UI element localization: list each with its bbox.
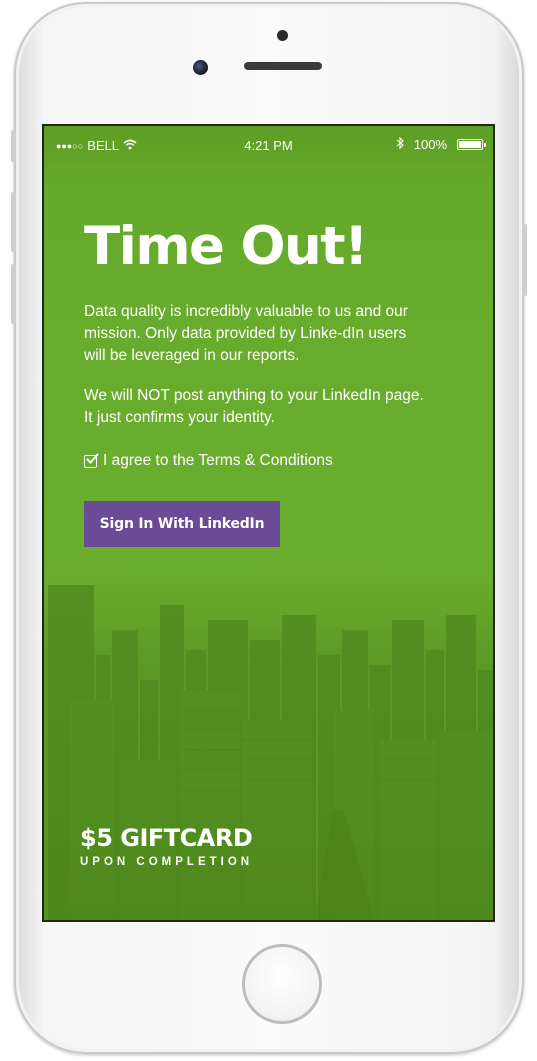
battery-percent: 100%: [413, 137, 447, 152]
terms-checkbox[interactable]: [84, 452, 99, 468]
terms-checkbox-row[interactable]: I agree to the Terms & Conditions: [84, 452, 333, 470]
status-bar: ●●●○○ BELL 4:21 PM 100%: [44, 126, 493, 162]
battery-icon: [457, 139, 486, 150]
screen: ●●●○○ BELL 4:21 PM 100% Time Out! Data q…: [42, 124, 495, 922]
volume-up-button: [11, 192, 16, 252]
status-right: 100%: [396, 136, 486, 152]
checkmark-icon: [86, 452, 99, 464]
proximity-sensor: [277, 30, 288, 41]
terms-label: I agree to the Terms & Conditions: [103, 452, 333, 469]
app-background: ●●●○○ BELL 4:21 PM 100% Time Out! Data q…: [44, 126, 493, 920]
linkedin-privacy-paragraph: We will NOT post anything to your Linked…: [84, 387, 424, 426]
volume-down-button: [11, 264, 16, 324]
giftcard-subline: UPON COMPLETION: [80, 856, 254, 868]
data-quality-paragraph: Data quality is incredibly valuable to u…: [84, 303, 408, 364]
bluetooth-icon: [396, 136, 404, 152]
power-button: [522, 224, 527, 296]
giftcard-headline: $5 GIFTCARD: [80, 824, 253, 852]
mute-switch: [11, 130, 16, 162]
front-camera: [193, 60, 208, 75]
home-button[interactable]: [242, 944, 322, 1024]
page-title: Time Out!: [84, 216, 368, 277]
sign-in-linkedin-button[interactable]: Sign In With LinkedIn: [84, 501, 280, 547]
earpiece-speaker: [244, 62, 322, 70]
giftcard-promo: $5 GIFTCARD UPON COMPLETION: [80, 826, 253, 868]
